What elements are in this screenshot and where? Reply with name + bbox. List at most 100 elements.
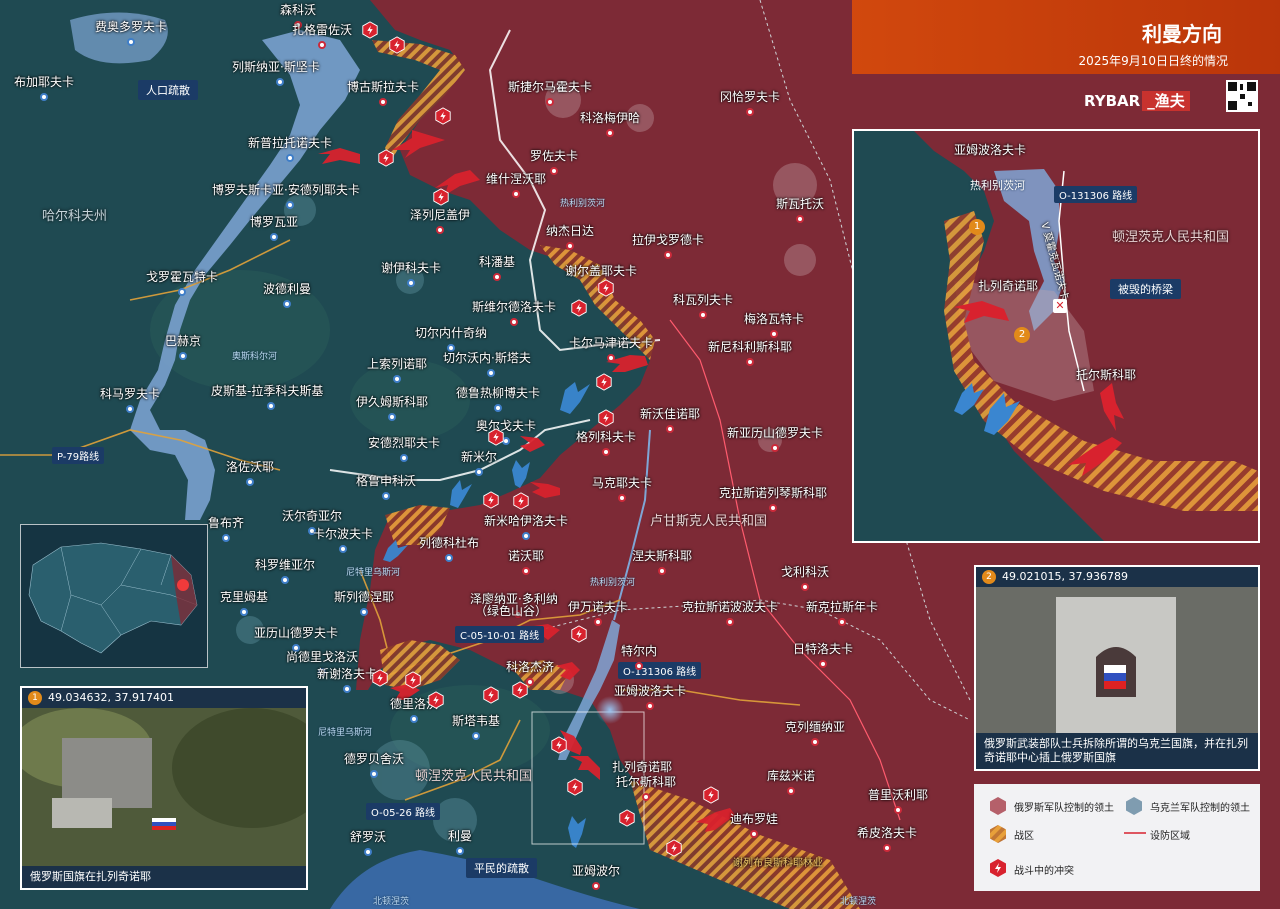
brand-tag: _渔夫 — [1142, 91, 1190, 111]
clash-icon[interactable] — [665, 839, 683, 857]
settlement-label: 切尔沃内·斯塔夫 — [443, 351, 531, 365]
settlement-label: 科潘基 — [479, 255, 516, 269]
clash-icon[interactable] — [595, 373, 613, 391]
settlement-marker-icon — [801, 583, 809, 591]
clash-icon[interactable] — [566, 778, 584, 796]
inset-destroyed-bridge: 被毁的桥梁 — [1110, 279, 1181, 299]
clash-icon[interactable] — [432, 188, 450, 206]
settlement-label: 布加耶夫卡 — [14, 75, 75, 89]
settlement-marker-icon — [819, 660, 827, 668]
note-civilian-evacuation: 平民的疏散 — [466, 858, 537, 878]
settlement-marker-icon — [566, 242, 574, 250]
settlement-label: 新米哈伊洛夫卡 — [484, 514, 569, 528]
clash-icon[interactable] — [482, 686, 500, 704]
settlement-marker-icon — [382, 492, 390, 500]
region-dpr: 顿涅茨克人民共和国 — [415, 769, 533, 784]
settlement-marker-icon — [436, 226, 444, 234]
inset-map: 亚姆波洛夫卡 热利别茨河 O-131306 路线 顿涅茨克人民共和国 扎列奇诺耶… — [852, 129, 1260, 543]
settlement-label: 库兹米诺 — [767, 769, 816, 783]
settlement-marker-icon — [339, 545, 347, 553]
settlement-marker-icon — [606, 129, 614, 137]
clash-icon[interactable] — [404, 671, 422, 689]
inset-river: 热利别茨河 — [970, 179, 1025, 192]
settlement-label: 新尼科利斯科耶 — [708, 340, 793, 354]
inset-marker-1[interactable]: 1 — [969, 219, 985, 235]
settlement-marker-icon — [510, 318, 518, 326]
settlement-label: 森科沃 — [280, 3, 317, 17]
settlement-marker-icon — [360, 608, 368, 616]
inset-region: 顿涅茨克人民共和国 — [1112, 230, 1230, 245]
settlement-marker-icon — [276, 78, 284, 86]
clash-icon[interactable] — [597, 279, 615, 297]
settlement-label: 斯列德涅耶 — [334, 590, 395, 604]
map-view: 哈尔科夫州 卢甘斯克人民共和国 顿涅茨克人民共和国 奥斯科尔河 热利别茨河 热利… — [0, 0, 1280, 909]
settlement-label: 斯塔韦基 — [452, 714, 501, 728]
settlement-label: 博罗瓦亚 — [250, 215, 299, 229]
clash-icon[interactable] — [618, 809, 636, 827]
inset-route: O-131306 路线 — [1054, 186, 1138, 203]
legend: 俄罗斯军队控制的领土 乌克兰军队控制的领土 战区 设防区域 战斗中的冲突 — [974, 784, 1260, 891]
settlement-marker-icon — [286, 201, 294, 209]
clash-icon[interactable] — [361, 21, 379, 39]
settlement-label: 克拉斯诺列琴斯科耶 — [719, 486, 828, 500]
settlement-marker-icon — [546, 98, 554, 106]
settlement-label: 德鲁热柳博夫卡 — [456, 386, 541, 400]
settlement-label: 迪布罗娃 — [730, 812, 779, 826]
settlement-label: 谢尔盖耶夫卡 — [565, 264, 638, 278]
settlement-marker-icon — [664, 251, 672, 259]
settlement-marker-icon — [379, 98, 387, 106]
clash-icon[interactable] — [702, 786, 720, 804]
settlement-label: 切尔内什奇纳 — [415, 326, 488, 340]
settlement-marker-icon — [746, 358, 754, 366]
clash-icon[interactable] — [377, 149, 395, 167]
settlement-label: 马克耶夫卡 — [592, 476, 653, 490]
photo-panel-1[interactable]: 1 49.034632, 37.917401 俄罗斯国旗在扎列奇诺耶 — [20, 686, 308, 890]
map-title: 利曼方向 — [1142, 22, 1222, 46]
route-c051001: C-05-10-01 路线 — [455, 626, 545, 643]
settlement-marker-icon — [618, 494, 626, 502]
region-kharkiv: 哈尔科夫州 — [42, 209, 108, 224]
settlement-marker-icon — [746, 108, 754, 116]
settlement-marker-icon — [646, 702, 654, 710]
settlement-label: 新普拉托诺夫卡 — [248, 136, 333, 150]
settlement-label: 谢伊科夫卡 — [381, 261, 442, 275]
settlement-label: 科洛梅伊哈 — [580, 111, 641, 125]
settlement-marker-icon — [126, 405, 134, 413]
clash-icon[interactable] — [371, 669, 389, 687]
clash-icon[interactable] — [597, 409, 615, 427]
photo-panel-2[interactable]: 2 49.021015, 37.936789 俄罗斯武装部队士兵拆除所谓的乌克兰国… — [974, 565, 1260, 771]
clash-icon[interactable] — [570, 625, 588, 643]
settlement-label: 卡尔波夫卡 — [313, 527, 374, 541]
settlement-marker-icon — [127, 38, 135, 46]
clash-icon[interactable] — [434, 107, 452, 125]
clash-icon[interactable] — [511, 681, 529, 699]
clash-icon[interactable] — [427, 691, 445, 709]
settlement-marker-icon — [246, 478, 254, 486]
legend-fortified: 设防区域 — [1150, 831, 1190, 842]
settlement-marker-icon — [40, 93, 48, 101]
settlement-label: 拉伊戈罗德卡 — [632, 233, 705, 247]
settlement-label: 博罗夫斯卡亚·安德列耶夫卡 — [212, 183, 360, 197]
settlement-label: 新谢洛夫卡 — [317, 667, 378, 681]
settlement-label: 斯捷尔马霍夫卡 — [508, 80, 593, 94]
destroyed-bridge-icon: ✕ — [1053, 299, 1067, 313]
clash-icon[interactable] — [550, 736, 568, 754]
panel-2-coords: 49.021015, 37.936789 — [1002, 570, 1128, 583]
settlement-label: 伊久姆斯科耶 — [356, 395, 429, 409]
inset-marker-2[interactable]: 2 — [1014, 327, 1030, 343]
settlement-label: 日特洛夫卡 — [793, 642, 854, 656]
title-banner: 利曼方向 2025年9月10日日终的情况 — [852, 0, 1280, 74]
settlement-marker-icon — [602, 448, 610, 456]
clash-icon[interactable] — [388, 36, 406, 54]
map-date: 2025年9月10日日终的情况 — [1078, 54, 1228, 68]
settlement-marker-icon — [512, 190, 520, 198]
clash-icon[interactable] — [482, 491, 500, 509]
settlement-label: 沃尔奇亚尔 — [282, 509, 343, 523]
clash-icon[interactable] — [512, 492, 530, 510]
settlement-label: 新米尔 — [461, 450, 498, 464]
settlement-marker-icon — [487, 369, 495, 377]
settlement-label: （绿色山谷） — [475, 604, 548, 618]
clash-icon[interactable] — [570, 299, 588, 317]
settlement-marker-icon — [343, 685, 351, 693]
clash-icon[interactable] — [487, 428, 505, 446]
